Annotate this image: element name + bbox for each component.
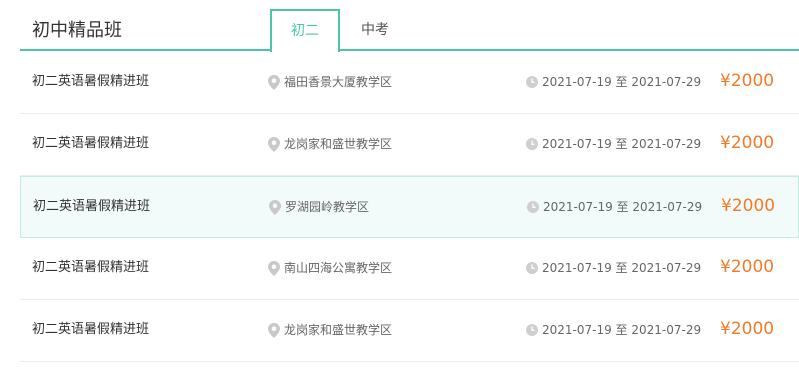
course-list: 初二英语暑假精进班 福田香景大厦教学区 2021-07-19 至 2021-07…	[20, 52, 799, 362]
location-pin-icon	[268, 260, 280, 276]
course-row[interactable]: 初二英语暑假精进班 罗湖园岭教学区 2021-07-19 至 2021-07-2…	[20, 176, 799, 238]
course-price: ¥2000	[721, 196, 776, 216]
course-row[interactable]: 初二英语暑假精进班 龙岗家和盛世教学区 2021-07-19 至 2021-07…	[20, 114, 799, 176]
course-row[interactable]: 初二英语暑假精进班 龙岗家和盛世教学区 2021-07-19 至 2021-07…	[20, 300, 799, 362]
location-pin-icon	[268, 74, 280, 90]
date-text: 2021-07-19 至 2021-07-29	[542, 75, 702, 89]
course-row[interactable]: 初二英语暑假精进班 南山四海公寓教学区 2021-07-19 至 2021-07…	[20, 238, 799, 300]
location-text: 罗湖园岭教学区	[285, 200, 370, 214]
course-price: ¥2000	[720, 319, 775, 339]
course-name[interactable]: 初二英语暑假精进班	[33, 199, 150, 215]
location-text: 龙岗家和盛世教学区	[284, 323, 393, 337]
course-price: ¥2000	[720, 71, 775, 91]
location-pin-icon	[268, 136, 280, 152]
course-name[interactable]: 初二英语暑假精进班	[32, 136, 149, 152]
panel-header: 初中精品班 初二 中考	[20, 0, 799, 53]
course-panel: 初中精品班 初二 中考 初二英语暑假精进班 福田香景大厦教学区 2021-07-…	[20, 0, 799, 368]
date-text: 2021-07-19 至 2021-07-29	[542, 261, 702, 275]
course-name[interactable]: 初二英语暑假精进班	[32, 322, 149, 338]
course-date: 2021-07-19 至 2021-07-29	[526, 260, 701, 276]
section-title: 初中精品班	[32, 20, 122, 41]
course-price: ¥2000	[720, 257, 775, 277]
course-location: 福田香景大厦教学区	[268, 74, 392, 90]
date-text: 2021-07-19 至 2021-07-29	[542, 137, 702, 151]
course-date: 2021-07-19 至 2021-07-29	[526, 322, 701, 338]
location-text: 福田香景大厦教学区	[284, 75, 393, 89]
tab-grade-2[interactable]: 初二	[270, 9, 340, 53]
clock-icon	[526, 324, 538, 336]
course-date: 2021-07-19 至 2021-07-29	[527, 199, 702, 215]
course-location: 南山四海公寓教学区	[268, 260, 392, 276]
location-text: 龙岗家和盛世教学区	[284, 137, 393, 151]
course-location: 罗湖园岭教学区	[269, 199, 369, 215]
date-text: 2021-07-19 至 2021-07-29	[542, 323, 702, 337]
course-name[interactable]: 初二英语暑假精进班	[32, 260, 149, 276]
course-row[interactable]: 初二英语暑假精进班 福田香景大厦教学区 2021-07-19 至 2021-07…	[20, 52, 799, 114]
clock-icon	[526, 262, 538, 274]
location-pin-icon	[269, 199, 281, 215]
course-date: 2021-07-19 至 2021-07-29	[526, 74, 701, 90]
course-date: 2021-07-19 至 2021-07-29	[526, 136, 701, 152]
tab-zhongkao[interactable]: 中考	[340, 9, 410, 51]
course-location: 龙岗家和盛世教学区	[268, 136, 392, 152]
course-location: 龙岗家和盛世教学区	[268, 322, 392, 338]
location-text: 南山四海公寓教学区	[284, 261, 393, 275]
course-name[interactable]: 初二英语暑假精进班	[32, 74, 149, 90]
clock-icon	[526, 76, 538, 88]
clock-icon	[527, 201, 539, 213]
date-text: 2021-07-19 至 2021-07-29	[543, 200, 703, 214]
grade-tabs: 初二 中考	[270, 9, 410, 53]
location-pin-icon	[268, 322, 280, 338]
clock-icon	[526, 138, 538, 150]
course-price: ¥2000	[720, 133, 775, 153]
